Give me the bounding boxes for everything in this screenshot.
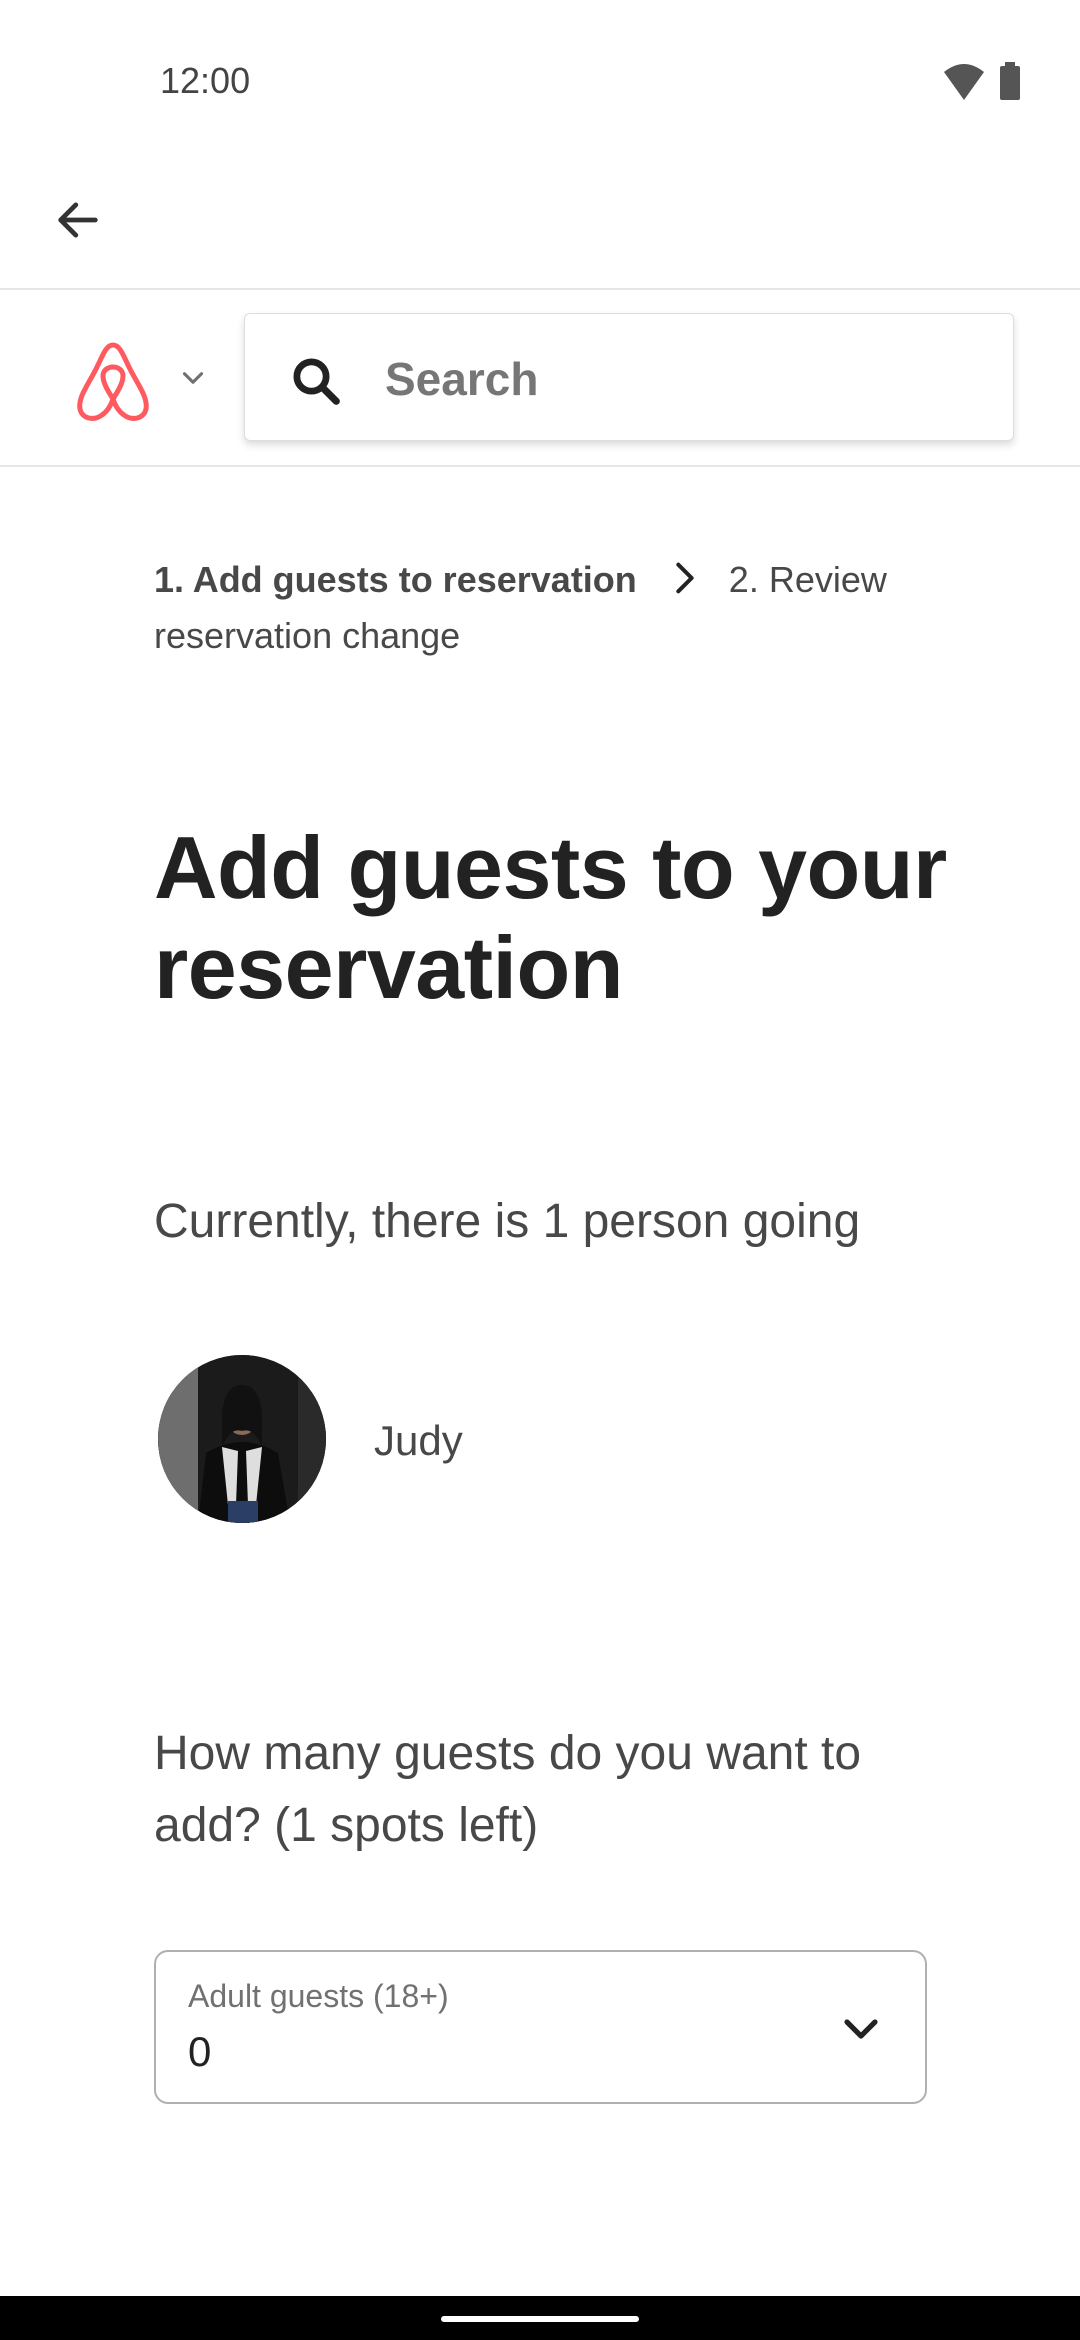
search-input[interactable]: Search (244, 313, 1014, 441)
search-icon (293, 358, 340, 405)
app-bar (0, 160, 1080, 290)
battery-icon (1000, 62, 1020, 100)
breadcrumb: 1. Add guests to reservation 2. Review re… (154, 552, 954, 664)
guest-list-item: Judy (158, 1355, 958, 1525)
search-header: Search (0, 291, 1080, 467)
system-nav-bar (0, 2296, 1080, 2340)
breadcrumb-step-1[interactable]: 1. Add guests to reservation (154, 559, 637, 600)
arrow-left-icon (58, 202, 98, 238)
status-bar: 12:00 (0, 0, 1080, 160)
chevron-right-icon (676, 562, 694, 594)
select-label: Adult guests (18+) (188, 1978, 449, 2014)
home-indicator[interactable] (441, 2316, 639, 2322)
search-placeholder: Search (385, 353, 539, 405)
adult-guests-select[interactable]: Adult guests (18+) 0 (154, 1950, 927, 2104)
select-value: 0 (188, 2028, 212, 2075)
add-guests-question: How many guests do you want to add? (1 s… (154, 1727, 862, 1852)
guest-photo (158, 1355, 326, 1523)
chevron-down-icon[interactable] (176, 361, 210, 395)
airbnb-logo-icon[interactable] (70, 333, 156, 425)
chevron-down-icon (844, 2019, 878, 2039)
page-title: Add guests to your reservation (154, 818, 947, 1017)
back-button[interactable] (38, 180, 118, 260)
status-time: 12:00 (160, 60, 251, 101)
wifi-icon (944, 64, 984, 100)
guest-name: Judy (374, 1417, 463, 1464)
avatar (158, 1355, 326, 1523)
current-guests-text: Currently, there is 1 person going (154, 1195, 861, 1248)
status-icons (942, 62, 1032, 102)
